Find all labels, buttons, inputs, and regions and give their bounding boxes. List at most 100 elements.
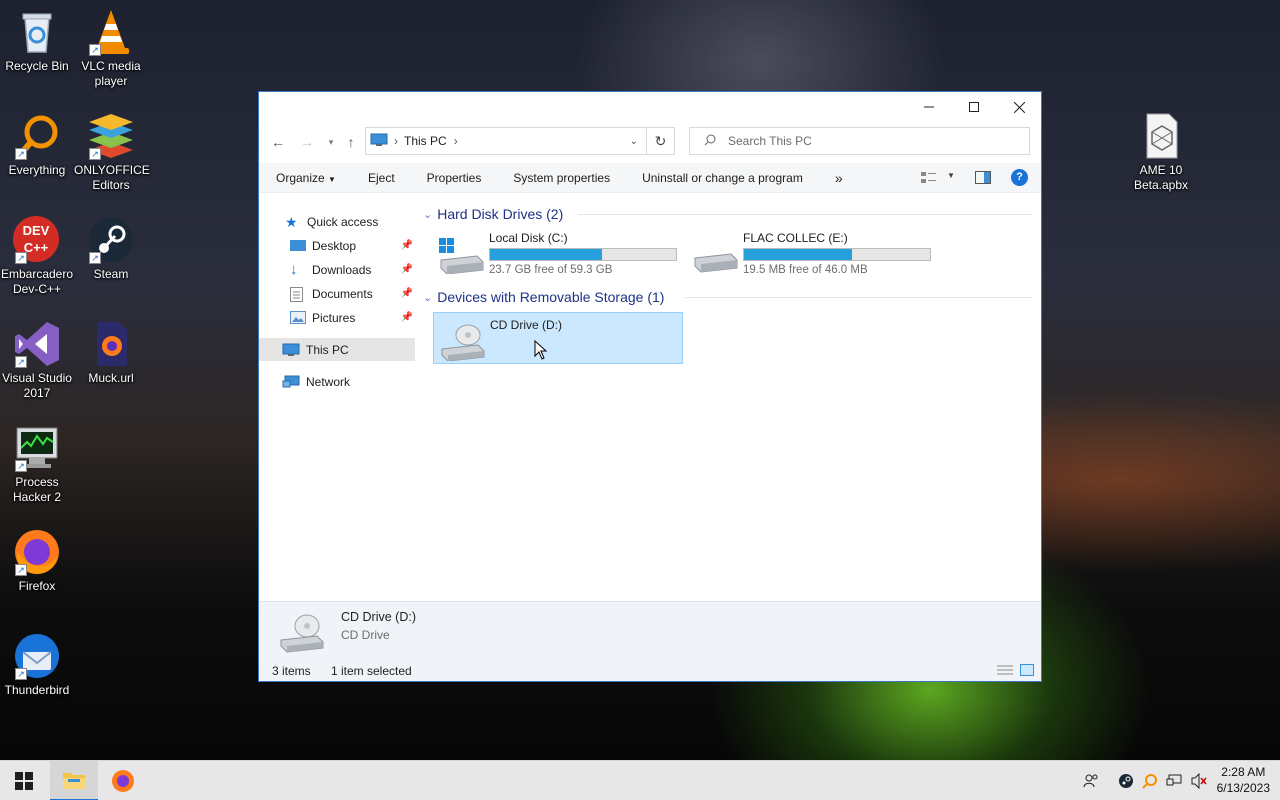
taskbar-firefox[interactable] (99, 761, 147, 800)
desktop-icon-vlc[interactable]: ↗ VLC media player (74, 8, 148, 89)
shortcut-arrow-icon: ↗ (89, 44, 101, 56)
file-explorer-window: ← → ▾ ↑ › This PC › ⌄ ↻ Search This PC O… (258, 91, 1042, 682)
help-icon[interactable]: ? (1011, 169, 1028, 186)
nav-item-quick-access[interactable]: ★ Quick access (259, 210, 415, 233)
apbx-file-icon (1137, 112, 1185, 160)
nav-item-pictures[interactable]: Pictures 📌 (259, 306, 415, 329)
desktop-icon-recycle-bin[interactable]: Recycle Bin (0, 8, 74, 74)
volume-muted-icon[interactable] (1187, 761, 1211, 800)
uninstall-program-button[interactable]: Uninstall or change a program (625, 171, 818, 185)
minimize-button[interactable] (906, 92, 952, 122)
preview-pane-icon[interactable] (975, 171, 991, 188)
content-pane: ⌄ Hard Disk Drives (2) Local Disk (C:) 2… (423, 202, 1033, 597)
drive-usage-fill (490, 249, 602, 260)
chevron-down-icon: ⌄ (423, 208, 433, 221)
recent-locations-chevron-icon[interactable]: ▾ (321, 134, 341, 150)
command-bar: Organize ▼ Eject Properties System prope… (259, 163, 1041, 193)
nav-item-label: Downloads (312, 262, 372, 277)
organize-button[interactable]: Organize ▼ (259, 171, 351, 185)
system-clock[interactable]: 2:28 AM 6/13/2023 (1217, 764, 1270, 796)
nav-item-label: Network (306, 374, 351, 389)
group-header-removable[interactable]: ⌄ Devices with Removable Storage (1) (423, 287, 1033, 307)
drive-tile-e[interactable]: FLAC COLLEC (E:) 19.5 MB free of 46.0 MB (687, 226, 937, 278)
properties-button[interactable]: Properties (410, 171, 497, 185)
everything-search-icon: ↗ (13, 112, 61, 160)
taskbar-file-explorer[interactable] (50, 761, 98, 800)
nav-item-desktop[interactable]: Desktop 📌 (259, 234, 415, 257)
desktop-icon-thunderbird[interactable]: ↗ Thunderbird (0, 632, 74, 698)
title-bar[interactable] (259, 92, 1041, 122)
refresh-icon[interactable]: ↻ (646, 128, 674, 154)
address-dropdown-icon[interactable]: ⌄ (630, 136, 638, 147)
desktop-icon-visual-studio[interactable]: ↗ Visual Studio 2017 (0, 320, 74, 401)
start-button[interactable] (0, 761, 48, 800)
steam-tray-icon[interactable] (1114, 761, 1138, 800)
drive-usage-bar (743, 248, 931, 261)
group-header-label: Devices with Removable Storage (1) (437, 289, 665, 305)
desktop-icon-label: Steam (93, 267, 129, 281)
group-header-hard-disk[interactable]: ⌄ Hard Disk Drives (2) (423, 204, 1033, 224)
up-arrow-icon[interactable]: ↑ (341, 134, 361, 150)
maximize-button[interactable] (951, 92, 997, 122)
everything-tray-icon[interactable] (1138, 761, 1162, 800)
nav-item-this-pc[interactable]: This PC (259, 338, 415, 361)
desktop-icon-everything[interactable]: ↗ Everything (0, 112, 74, 178)
taskbar: 2:28 AM 6/13/2023 (0, 760, 1280, 800)
eject-button[interactable]: Eject (351, 171, 410, 185)
url-file-icon (87, 320, 135, 368)
forward-arrow-icon[interactable]: → (297, 134, 317, 150)
address-row: ← → ▾ ↑ › This PC › ⌄ ↻ Search This PC (259, 127, 1041, 157)
navigation-pane: ★ Quick access Desktop 📌 ↓ Downloads 📌 D… (259, 202, 415, 597)
system-properties-button[interactable]: System properties (496, 171, 625, 185)
nav-item-documents[interactable]: Documents 📌 (259, 282, 415, 305)
breadcrumb-separator[interactable]: › (454, 134, 458, 148)
close-button[interactable] (996, 92, 1042, 122)
pin-icon: 📌 (400, 312, 413, 323)
nav-item-network[interactable]: Network (259, 370, 415, 393)
search-icon (704, 134, 716, 149)
desktop-icon-muck[interactable]: Muck.url (74, 320, 148, 386)
desktop-icon-firefox[interactable]: ↗ Firefox (0, 528, 74, 594)
details-item-type: CD Drive (341, 628, 390, 642)
network-tray-icon[interactable] (1162, 761, 1186, 800)
search-input[interactable]: Search This PC (689, 127, 1030, 155)
desktop-folder-icon (290, 239, 306, 253)
details-view-icon[interactable] (997, 664, 1013, 679)
chevron-down-icon: ▼ (328, 174, 336, 184)
drive-tile-d-selected[interactable]: CD Drive (D:) (433, 312, 683, 364)
details-pane: CD Drive (D:) CD Drive (259, 601, 1041, 661)
shortcut-arrow-icon: ↗ (15, 668, 27, 680)
desktop-icon-onlyoffice[interactable]: ↗ ONLYOFFICE Editors (74, 112, 150, 193)
shortcut-arrow-icon: ↗ (15, 148, 27, 160)
drive-tile-c[interactable]: Local Disk (C:) 23.7 GB free of 59.3 GB (433, 226, 683, 278)
thunderbird-icon: ↗ (13, 632, 61, 680)
breadcrumb-this-pc[interactable]: This PC (404, 134, 447, 148)
address-bar[interactable]: › This PC › ⌄ ↻ (365, 127, 675, 155)
large-icons-view-icon[interactable] (1020, 664, 1034, 679)
desktop-icon-label: ONLYOFFICE Editors (74, 163, 150, 192)
group-header-label: Hard Disk Drives (2) (437, 206, 564, 222)
desktop-icon-label: Embarcadero Dev-C++ (0, 267, 74, 296)
nav-item-downloads[interactable]: ↓ Downloads 📌 (259, 258, 415, 281)
desktop-icon-ame-apbx[interactable]: AME 10 Beta.apbx (1124, 112, 1198, 193)
pin-icon: 📌 (400, 240, 413, 251)
back-arrow-icon[interactable]: ← (268, 134, 288, 150)
details-item-name: CD Drive (D:) (341, 610, 416, 624)
desktop-icon-devcpp[interactable]: DEV C++ ↗ Embarcadero Dev-C++ (0, 216, 74, 297)
drive-free-space: 19.5 MB free of 46.0 MB (743, 264, 868, 276)
vlc-cone-icon: ↗ (87, 8, 135, 56)
desktop-icon-label: Recycle Bin (5, 59, 69, 73)
desktop-icon-process-hacker[interactable]: ↗ Process Hacker 2 (0, 424, 74, 505)
change-view-icon[interactable] (921, 171, 937, 188)
pin-icon: 📌 (400, 264, 413, 275)
drive-name: Local Disk (C:) (489, 231, 568, 245)
people-icon[interactable] (1079, 761, 1103, 800)
pictures-icon (290, 310, 306, 325)
more-commands-button[interactable]: » (818, 170, 858, 186)
desktop-icon-label: Firefox (18, 579, 56, 593)
desktop-icon-label: Everything (8, 163, 66, 177)
view-options-chevron-icon[interactable]: ▼ (947, 171, 955, 180)
desktop-icon-steam[interactable]: ↗ Steam (74, 216, 148, 282)
cd-drive-icon (277, 610, 325, 657)
breadcrumb-separator[interactable]: › (394, 134, 398, 148)
